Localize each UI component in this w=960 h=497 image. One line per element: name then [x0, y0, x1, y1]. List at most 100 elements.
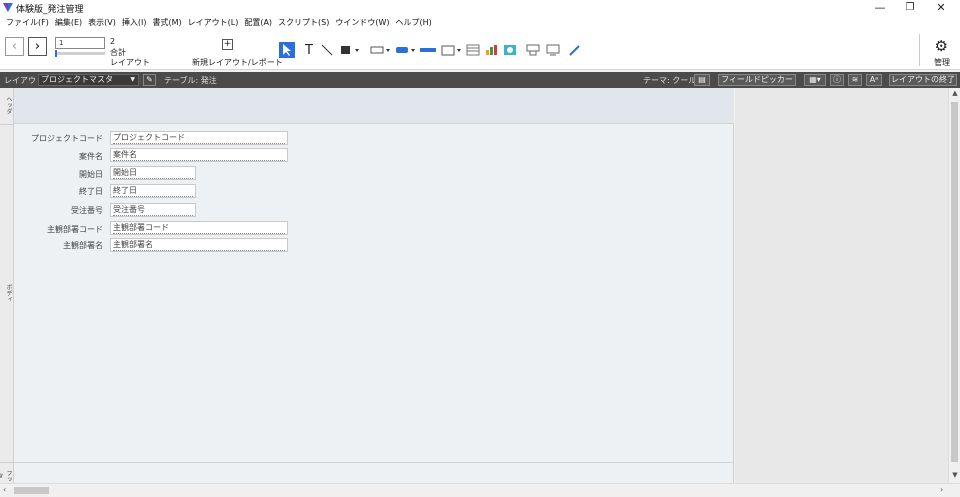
field-start-date[interactable]: 開始日: [110, 166, 196, 180]
menu-window[interactable]: ウインドウ(W): [332, 15, 392, 30]
portal-tool[interactable]: [466, 42, 480, 58]
field-label-dept-code[interactable]: 主観部署コード: [14, 224, 103, 235]
grid-button[interactable]: ▦▾: [804, 74, 826, 86]
field-value-order-number: 受注番号: [113, 205, 193, 216]
menu-scripts[interactable]: スクリプト(S): [275, 15, 332, 30]
scroll-left-icon[interactable]: ‹: [3, 485, 6, 494]
button-tool[interactable]: [395, 42, 417, 58]
font-size-icon: Aᵃ: [869, 75, 879, 84]
layout-dropdown[interactable]: プロジェクトマスタ ▼: [38, 74, 139, 86]
field-project-code[interactable]: プロジェクトコード: [110, 131, 288, 145]
slide-control-tool[interactable]: [546, 42, 560, 58]
field-case-name[interactable]: 案件名: [110, 148, 288, 162]
app-icon: [3, 3, 13, 12]
popover-icon: [526, 44, 540, 56]
scroll-down-icon[interactable]: ▼: [949, 471, 960, 483]
vertical-scroll-thumb[interactable]: [951, 102, 958, 462]
part-divider: [0, 462, 14, 463]
inspector-button[interactable]: ⓘ: [830, 74, 844, 86]
line-tool[interactable]: [320, 42, 334, 58]
header-part-label[interactable]: ヘッダ: [1, 96, 13, 114]
info-icon: ⓘ: [833, 75, 841, 84]
slide-control-icon: [546, 44, 560, 56]
minimize-button[interactable]: —: [865, 0, 895, 15]
horizontal-scrollbar[interactable]: ‹ ›: [0, 483, 960, 497]
field-dept-code[interactable]: 主観部署コード: [110, 221, 288, 235]
vertical-scrollbar[interactable]: ▲ ▼: [948, 88, 960, 483]
chart-tool[interactable]: [485, 42, 499, 58]
text-tool[interactable]: T: [302, 42, 316, 58]
next-record-button[interactable]: ›: [28, 37, 47, 56]
web-viewer-icon: [504, 45, 516, 55]
header-part[interactable]: [14, 88, 734, 124]
field-label-case-name[interactable]: 案件名: [14, 151, 103, 162]
field-label-dept-name[interactable]: 主観部署名: [14, 240, 103, 251]
menu-arrange[interactable]: 配置(A): [241, 15, 275, 30]
popover-button-tool[interactable]: [526, 42, 540, 58]
part-divider: [0, 124, 14, 125]
footer-part-label[interactable]: フッタ: [0, 468, 13, 483]
eyedropper-icon: [569, 45, 580, 56]
theme-icon: ▤: [698, 75, 706, 84]
menu-edit[interactable]: 編集(E): [52, 15, 85, 30]
restore-button[interactable]: ❐: [895, 0, 925, 15]
horizontal-scroll-thumb[interactable]: [14, 487, 49, 494]
record-slider[interactable]: [55, 50, 105, 57]
field-picker-button[interactable]: フィールドピッカー: [718, 74, 796, 86]
field-label-project-code[interactable]: プロジェクトコード: [14, 133, 103, 144]
objects-button[interactable]: ≋: [848, 74, 862, 86]
font-size-button[interactable]: Aᵃ: [866, 74, 882, 86]
button-bar-tool[interactable]: [420, 42, 436, 58]
field-dept-name[interactable]: 主観部署名: [110, 238, 288, 252]
field-order-number[interactable]: 受注番号: [110, 203, 196, 217]
table-label: テーブル: 発注: [164, 76, 217, 85]
tab-control-tool[interactable]: [441, 42, 463, 58]
field-end-date[interactable]: 終了日: [110, 184, 196, 198]
menu-file[interactable]: ファイル(F): [3, 15, 52, 30]
field-value-dept-code: 主観部署コード: [113, 223, 285, 234]
rectangle-icon: [341, 46, 359, 54]
field-value-dept-name: 主観部署名: [113, 240, 285, 251]
footer-part-boundary: [14, 462, 734, 463]
new-layout-icon[interactable]: +: [222, 39, 233, 50]
menu-help[interactable]: ヘルプ(H): [393, 15, 435, 30]
chevron-right-icon: ›: [34, 39, 41, 54]
record-number-input[interactable]: 1: [55, 37, 105, 49]
theme-button[interactable]: ▤: [694, 74, 710, 86]
part-label-strip: ヘッダ ボディ フッタ: [0, 88, 14, 483]
field-label-start-date[interactable]: 開始日: [14, 169, 103, 180]
field-value-project-code: プロジェクトコード: [113, 133, 285, 144]
scroll-right-icon[interactable]: ›: [940, 485, 943, 494]
field-value-case-name: 案件名: [113, 150, 285, 161]
field-icon: [370, 46, 390, 54]
layout-canvas[interactable]: プロジェクトコード プロジェクトコード 案件名 案件名 開始日 開始日 終了日 …: [14, 88, 734, 483]
pencil-icon[interactable]: ✎: [143, 74, 156, 86]
menu-insert[interactable]: 挿入(I): [119, 15, 150, 30]
close-button[interactable]: ✕: [926, 0, 956, 15]
menu-layout[interactable]: レイアウト(L): [185, 15, 242, 30]
pointer-icon: [283, 44, 291, 56]
shape-tool[interactable]: [340, 42, 362, 58]
previous-record-button[interactable]: ‹: [5, 37, 24, 56]
menu-format[interactable]: 書式(M): [149, 15, 184, 30]
menu-view[interactable]: 表示(V): [85, 15, 119, 30]
manage-button[interactable]: 管理: [934, 57, 950, 68]
field-picker-label: フィールドピッカー: [721, 75, 793, 84]
select-tool[interactable]: [279, 42, 295, 58]
gear-icon[interactable]: ⚙: [935, 37, 948, 55]
body-part-label[interactable]: ボディ: [1, 284, 13, 302]
field-label-end-date[interactable]: 終了日: [14, 186, 103, 197]
exit-layout-label: レイアウトの終了: [891, 75, 955, 84]
mode-label: レイアウト: [110, 58, 150, 67]
web-viewer-tool[interactable]: [503, 42, 517, 58]
scroll-up-icon[interactable]: ▲: [949, 89, 960, 101]
format-painter-tool[interactable]: [568, 42, 582, 58]
tab-control-icon: [441, 45, 461, 56]
button-icon: [396, 47, 415, 53]
record-slider-knob[interactable]: [55, 50, 57, 57]
new-layout-button[interactable]: 新規レイアウト/レポート: [192, 57, 283, 68]
field-tool[interactable]: [370, 42, 392, 58]
exit-layout-button[interactable]: レイアウトの終了: [889, 74, 957, 86]
field-label-order-number[interactable]: 受注番号: [14, 205, 103, 216]
line-icon: [321, 44, 333, 56]
